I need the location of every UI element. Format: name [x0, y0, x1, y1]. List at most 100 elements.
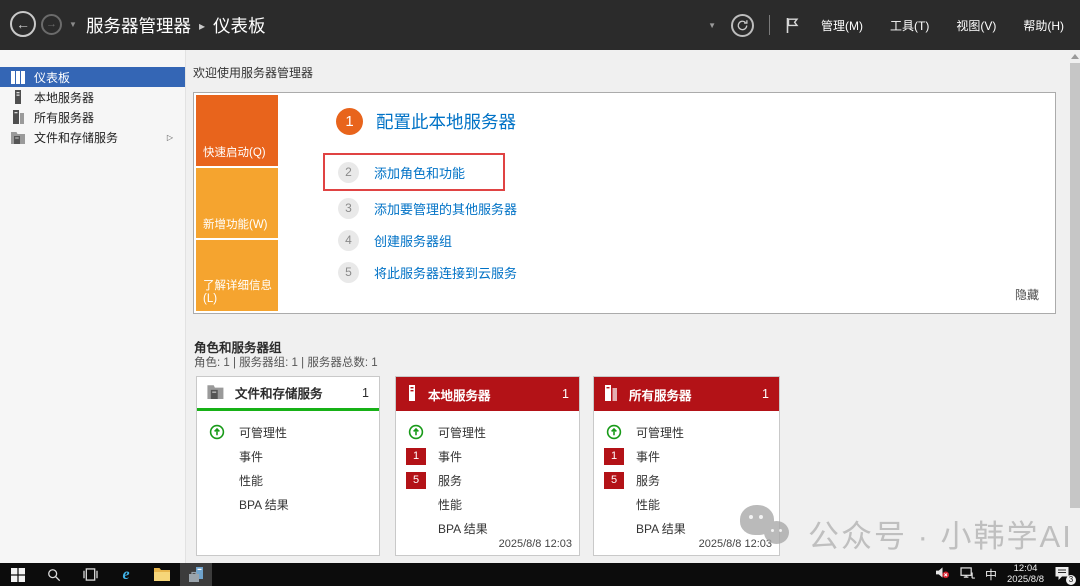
toolbar-dropdown-icon[interactable]: ▼: [708, 21, 716, 30]
row-label: 服务: [636, 472, 660, 489]
badge-value: 5: [406, 472, 426, 489]
sidebar-item-label: 仪表板: [34, 69, 70, 86]
scrollbar-thumb[interactable]: [1070, 63, 1080, 508]
ime-indicator[interactable]: 中: [985, 566, 997, 583]
row-bpa-results[interactable]: BPA 结果: [594, 516, 779, 540]
folder-icon: [154, 568, 170, 581]
internet-explorer-button[interactable]: e: [108, 563, 144, 586]
sidebar-item-label: 本地服务器: [34, 89, 94, 106]
task-view-icon: [83, 568, 98, 581]
row-events[interactable]: 1 事件: [396, 444, 579, 468]
internet-explorer-icon: e: [122, 567, 129, 583]
panel-header[interactable]: 文件和存储服务 1: [197, 377, 379, 411]
row-manageability[interactable]: 可管理性: [197, 420, 379, 444]
clock[interactable]: 12:04 2025/8/8: [1007, 564, 1044, 585]
row-services[interactable]: 5 服务: [594, 468, 779, 492]
row-label: 事件: [636, 448, 660, 465]
row-performance[interactable]: 性能: [594, 492, 779, 516]
row-manageability[interactable]: 可管理性: [396, 420, 579, 444]
manageability-flag-icon[interactable]: [785, 17, 800, 34]
strip-whats-new[interactable]: 新增功能(W): [196, 168, 278, 239]
menu-view[interactable]: 视图(V): [950, 13, 1002, 38]
panel-title: 本地服务器: [428, 385, 491, 404]
row-bpa-results[interactable]: BPA 结果: [197, 492, 379, 516]
strip-quick-start[interactable]: 快速启动(Q): [196, 95, 278, 166]
add-other-servers-link[interactable]: 添加要管理的其他服务器: [374, 199, 517, 218]
badge-value: 5: [604, 472, 624, 489]
strip-label: 新增功能(W): [203, 216, 268, 232]
file-explorer-button[interactable]: [144, 563, 180, 586]
quickstart-step-4: 4 创建服务器组: [338, 229, 452, 251]
network-icon[interactable]: [960, 566, 975, 584]
notification-center-button[interactable]: 3: [1054, 566, 1074, 584]
sidebar-item-label: 所有服务器: [34, 109, 94, 126]
back-button[interactable]: ←: [10, 11, 36, 37]
search-button[interactable]: [36, 563, 72, 586]
servers-icon: [604, 385, 619, 404]
sidebar-item-dashboard[interactable]: 仪表板: [0, 67, 185, 87]
step-number-badge: 5: [338, 262, 359, 283]
volume-muted-icon[interactable]: [935, 566, 950, 584]
strip-learn-more[interactable]: 了解详细信息(L): [196, 240, 278, 311]
add-roles-features-link[interactable]: 添加角色和功能: [374, 163, 465, 182]
step-number-badge: 2: [338, 162, 359, 183]
quickstart-tile: 快速启动(Q) 新增功能(W) 了解详细信息(L) 1 配置此本地服务器 2 添…: [193, 92, 1056, 314]
configure-local-server-heading: 配置此本地服务器: [376, 109, 516, 134]
watermark-text: 公众号 · 小韩学AI: [808, 511, 1073, 556]
quickstart-step-3: 3 添加要管理的其他服务器: [338, 197, 517, 219]
hide-link[interactable]: 隐藏: [1015, 286, 1039, 303]
folder-server-icon: [207, 383, 225, 402]
manageability-up-icon: [604, 424, 624, 440]
menu-help[interactable]: 帮助(H): [1017, 13, 1070, 38]
panel-header[interactable]: 本地服务器 1: [396, 377, 579, 411]
step-number-badge: 1: [336, 108, 363, 135]
windows-logo-icon: [11, 568, 25, 582]
scroll-up-arrow-icon[interactable]: [1071, 54, 1079, 59]
sidebar-item-all-servers[interactable]: 所有服务器: [0, 107, 185, 127]
nav-dropdown-icon[interactable]: ▼: [69, 20, 77, 29]
badge-value: 1: [604, 448, 624, 465]
row-bpa-results[interactable]: BPA 结果: [396, 516, 579, 540]
forward-button[interactable]: →: [41, 14, 62, 35]
menu-manage[interactable]: 管理(M): [815, 13, 869, 38]
create-server-group-link[interactable]: 创建服务器组: [374, 231, 452, 250]
row-performance[interactable]: 性能: [197, 468, 379, 492]
row-services[interactable]: 5 服务: [396, 468, 579, 492]
manageability-up-icon: [207, 424, 227, 440]
vertical-scrollbar[interactable]: [1070, 50, 1080, 563]
nav-buttons: ← → ▼: [10, 11, 77, 37]
taskbar: e: [0, 563, 1080, 586]
row-label: 性能: [239, 472, 263, 489]
servers-icon: [10, 110, 26, 125]
expand-arrow-icon[interactable]: ▷: [167, 133, 173, 142]
sidebar-item-file-storage-services[interactable]: 文件和存储服务 ▷: [0, 127, 185, 147]
panel-local-server: 本地服务器 1 可管理性 1 事件 5: [395, 376, 580, 556]
row-label: 事件: [438, 448, 462, 465]
panel-count: 1: [362, 386, 369, 400]
panel-rows: 可管理性 1 事件 5 服务 性能 BPA 结果: [594, 411, 779, 540]
refresh-button[interactable]: [731, 14, 754, 37]
panel-count: 1: [562, 387, 569, 401]
badge-value: 1: [406, 448, 426, 465]
search-icon: [47, 568, 61, 582]
row-events[interactable]: 1 事件: [594, 444, 779, 468]
start-button[interactable]: [0, 563, 36, 586]
alert-count-badge: 1: [604, 448, 624, 465]
row-events[interactable]: 事件: [197, 444, 379, 468]
panel-rows: 可管理性 事件 性能 BPA 结果: [197, 411, 379, 516]
panel-header[interactable]: 所有服务器 1: [594, 377, 779, 411]
task-view-button[interactable]: [72, 563, 108, 586]
welcome-header: 欢迎使用服务器管理器: [193, 64, 313, 81]
sidebar: 仪表板 本地服务器 所有服务器: [0, 50, 186, 563]
menu-tools[interactable]: 工具(T): [884, 13, 935, 38]
alert-count-badge: 5: [406, 472, 426, 489]
connect-cloud-services-link[interactable]: 将此服务器连接到云服务: [374, 263, 517, 282]
sidebar-item-local-server[interactable]: 本地服务器: [0, 87, 185, 107]
strip-label: 了解详细信息(L): [203, 277, 274, 305]
quickstart-step-5: 5 将此服务器连接到云服务: [338, 261, 517, 283]
server-manager-taskbar-button[interactable]: [180, 563, 212, 586]
row-performance[interactable]: 性能: [396, 492, 579, 516]
page-title: 仪表板: [213, 13, 266, 38]
row-label: BPA 结果: [239, 496, 289, 513]
row-manageability[interactable]: 可管理性: [594, 420, 779, 444]
